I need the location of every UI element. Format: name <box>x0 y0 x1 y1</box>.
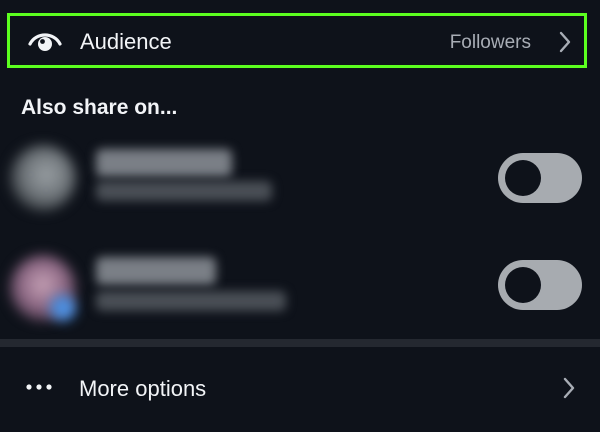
more-options-row[interactable]: More options <box>0 360 600 418</box>
account-subtitle-blurred <box>96 291 286 311</box>
share-settings-screen: Audience Followers Also share on... More… <box>0 0 600 432</box>
more-options-label: More options <box>79 376 207 401</box>
share-toggle[interactable] <box>498 260 582 310</box>
audience-row[interactable]: Audience Followers <box>7 13 587 68</box>
toggle-knob <box>505 267 541 303</box>
audience-value: Followers <box>449 32 531 53</box>
chevron-right-icon <box>559 31 571 53</box>
avatar <box>10 145 76 211</box>
toggle-knob <box>505 160 541 196</box>
more-dots-icon <box>26 384 52 390</box>
audience-label: Audience <box>80 29 172 54</box>
share-toggle[interactable] <box>498 153 582 203</box>
chevron-right-icon <box>563 377 575 399</box>
share-account-row <box>0 243 600 333</box>
section-divider <box>0 339 600 347</box>
account-subtitle-blurred <box>96 181 272 201</box>
eye-icon <box>28 33 62 51</box>
also-share-on-heading: Also share on... <box>21 96 178 119</box>
avatar-badge <box>50 295 76 321</box>
share-account-row <box>0 135 600 225</box>
account-name-blurred <box>96 257 216 285</box>
account-name-blurred <box>96 149 232 177</box>
